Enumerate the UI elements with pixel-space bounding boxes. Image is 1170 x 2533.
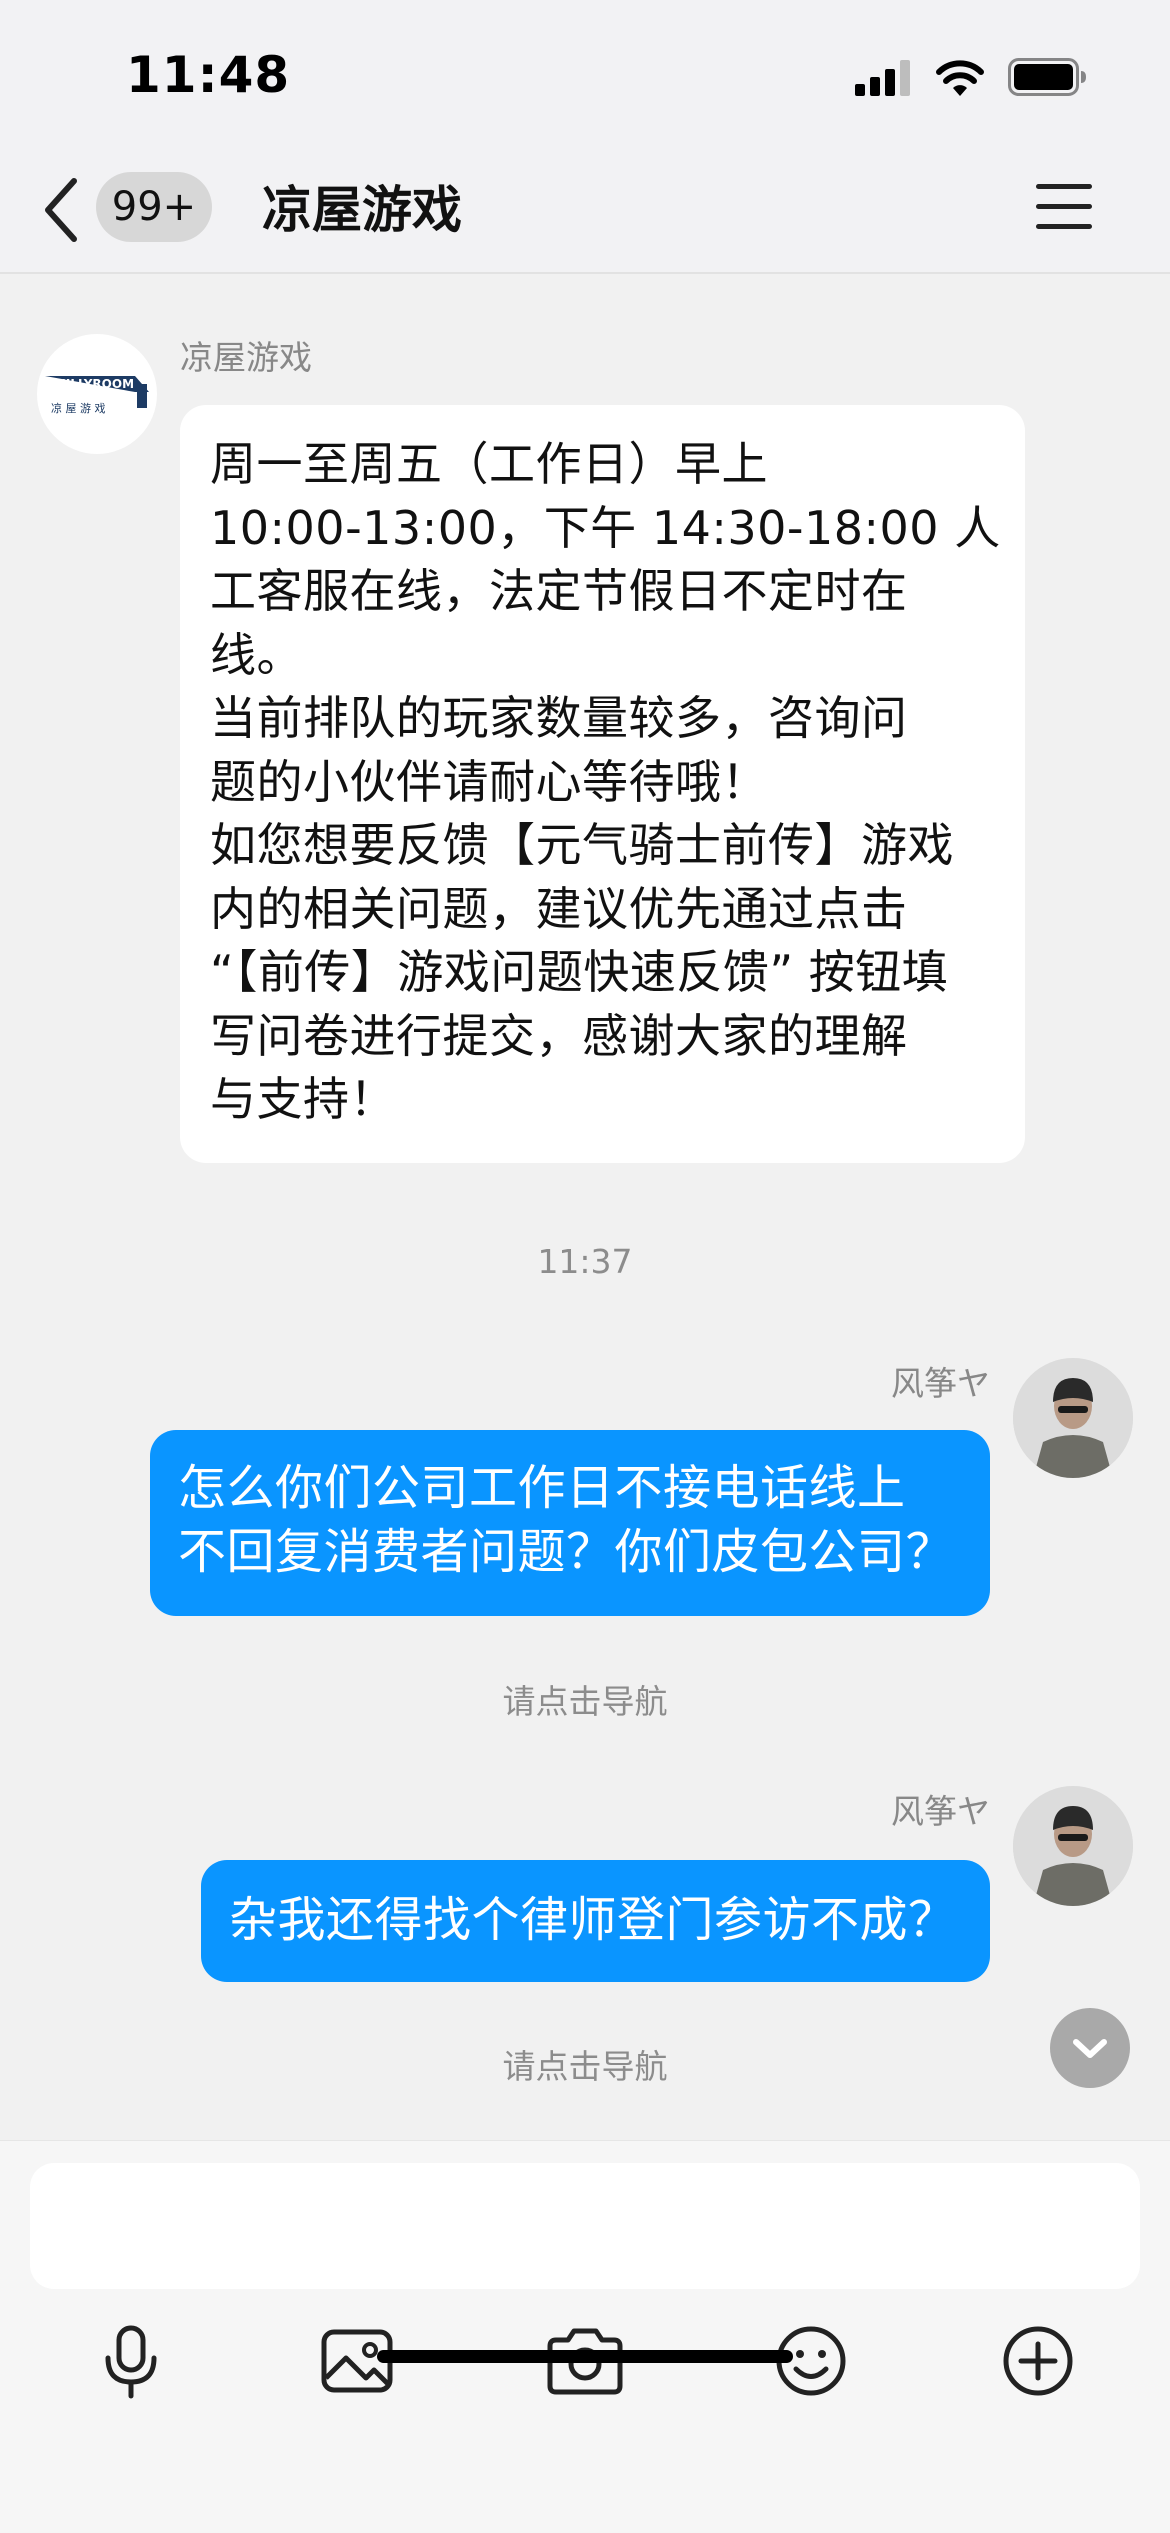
sender-name: 风筝ヤ [891,1792,990,1831]
message-line: 工客服在线，法定节假日不定时在 [210,564,908,618]
microphone-icon[interactable] [86,2316,176,2406]
menu-icon[interactable] [1036,184,1092,230]
message-bubble-outgoing[interactable]: 怎么你们公司工作日不接电话线上 不回复消费者问题？你们皮包公司？ [150,1430,990,1616]
message-bubble-outgoing[interactable]: 杂我还得找个律师登门参访不成？ [201,1860,990,1982]
message-line: 如您想要反馈【元气骑士前传】游戏 [210,818,954,872]
sender-name: 风筝ヤ [891,1364,990,1403]
message-line: 内的相关问题，建议优先通过点击 [210,881,908,936]
cellular-signal-icon [855,60,911,96]
chevron-down-icon [1073,2039,1107,2058]
battery-icon [1008,58,1086,96]
status-bar: 11:48 [0,0,1170,150]
message-line: 线。 [210,627,303,682]
message-line: 10:00-13:00，下午 14:30-18:00 人 [210,500,1001,555]
user-photo-icon [1013,1786,1133,1906]
message-line: 杂我还得找个律师登门参访不成？ [229,1892,957,1948]
svg-text:凉 屋 游 戏: 凉 屋 游 戏 [51,401,106,415]
sender-name: 凉屋游戏 [180,338,312,377]
wifi-icon [936,60,984,96]
message-line: 题的小伙伴请耐心等待哦！ [210,754,768,809]
input-area [0,2140,1170,2533]
avatar[interactable]: CHILLYROOM 凉 屋 游 戏 [37,334,157,454]
back-chevron-icon[interactable] [40,175,84,245]
unread-count-badge[interactable]: 99+ [96,172,212,242]
svg-text:CHILLYROOM: CHILLYROOM [47,377,134,391]
avatar[interactable] [1013,1786,1133,1906]
status-time: 11:48 [126,46,291,104]
message-line: 当前排队的玩家数量较多，咨询问 [210,691,908,745]
system-hint[interactable]: 请点击导航 [0,1680,1170,1724]
system-hint[interactable]: 请点击导航 [0,2045,1170,2089]
user-photo-icon [1013,1358,1133,1478]
scroll-to-bottom-button[interactable] [1050,2008,1130,2088]
message-line: 周一至周五（工作日）早上 [210,437,768,491]
chillyroom-logo-icon: CHILLYROOM 凉 屋 游 戏 [45,376,149,415]
chat-header: 99+ 凉屋游戏 [0,150,1170,274]
message-line: 写问卷进行提交，感谢大家的理解 [210,1008,908,1063]
message-bubble-incoming[interactable]: 周一至周五（工作日）早上 10:00-13:00，下午 14:30-18:00 … [180,405,1025,1163]
message-line: “【前传】游戏问题快速反馈” 按钮填 [210,945,949,999]
plus-icon[interactable] [993,2316,1083,2406]
message-input[interactable] [30,2163,1140,2289]
home-indicator[interactable] [377,2350,793,2363]
message-line: 怎么你们公司工作日不接电话线上 [178,1460,906,1516]
message-line: 与支持！ [210,1072,396,1126]
avatar[interactable] [1013,1358,1133,1478]
chat-title: 凉屋游戏 [262,181,462,239]
message-line: 不回复消费者问题？你们皮包公司？ [178,1524,955,1580]
message-timestamp: 11:37 [537,1242,633,1281]
